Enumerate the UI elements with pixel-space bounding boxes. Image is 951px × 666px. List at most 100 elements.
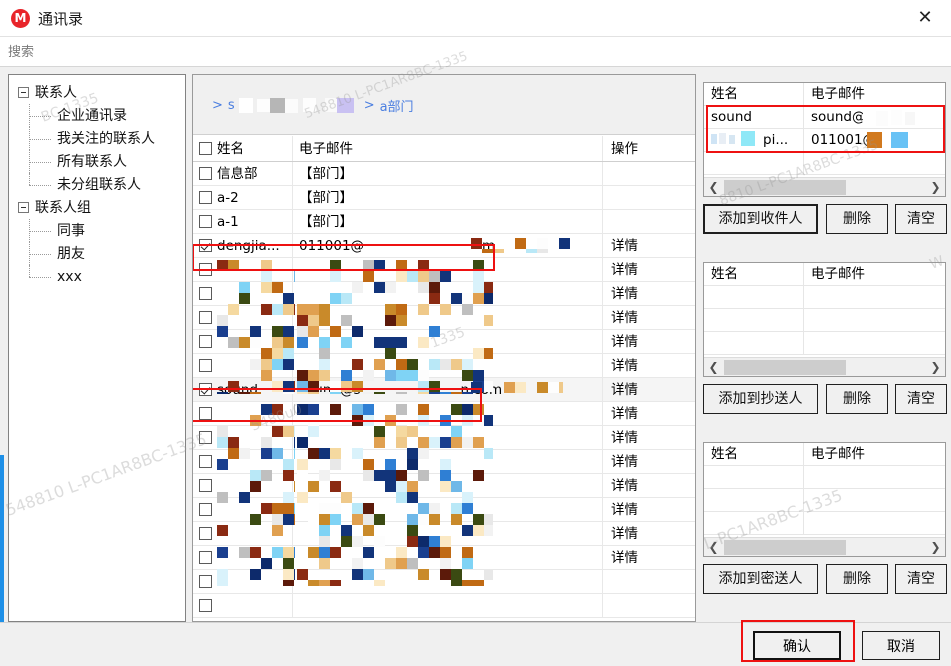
- details-link[interactable]: 详情: [611, 478, 638, 494]
- cancel-button[interactable]: 取消: [862, 631, 940, 660]
- tree-guide: [29, 219, 30, 242]
- row-checkbox[interactable]: [199, 527, 212, 540]
- table-row[interactable]: a-2【部门】: [193, 186, 695, 210]
- scroll-left-icon[interactable]: ❮: [705, 178, 722, 196]
- scroll-right-icon[interactable]: ❯: [927, 178, 944, 196]
- recipients-row[interactable]: sound sound@s: [704, 106, 945, 129]
- table-row[interactable]: [193, 570, 695, 594]
- table-row[interactable]: 详情: [193, 258, 695, 282]
- table-row[interactable]: 详情: [193, 522, 695, 546]
- add-to-recipients-button[interactable]: 添加到收件人: [703, 204, 818, 234]
- clear-recipients-button[interactable]: 清空: [895, 204, 947, 234]
- cell-action: 详情: [603, 330, 695, 353]
- search-input[interactable]: [6, 41, 944, 63]
- table-row[interactable]: 详情: [193, 426, 695, 450]
- row-checkbox[interactable]: [199, 335, 212, 348]
- table-row[interactable]: 详情: [193, 402, 695, 426]
- tree-item-6[interactable]: 同事: [15, 219, 183, 242]
- breadcrumb-item-current[interactable]: a部门: [380, 96, 414, 115]
- row-checkbox[interactable]: [199, 359, 212, 372]
- row-checkbox[interactable]: [199, 167, 212, 180]
- row-checkbox[interactable]: [199, 287, 212, 300]
- table-row[interactable]: 详情: [193, 306, 695, 330]
- delete-bcc-button[interactable]: 删除: [826, 564, 888, 594]
- table-row[interactable]: a-1【部门】: [193, 210, 695, 234]
- cell-email: [293, 522, 603, 545]
- row-checkbox[interactable]: [199, 479, 212, 492]
- row-checkbox[interactable]: [199, 239, 212, 252]
- close-icon[interactable]: ✕: [909, 3, 941, 33]
- details-link[interactable]: 详情: [611, 454, 638, 470]
- add-to-bcc-button[interactable]: 添加到密送人: [703, 564, 818, 594]
- row-checkbox[interactable]: [199, 599, 212, 612]
- table-row[interactable]: [193, 594, 695, 618]
- table-row[interactable]: 详情: [193, 354, 695, 378]
- address-book-dialog: M 通讯录 ✕ 联系人企业通讯录我关注的联系人所有联系人未分组联系人联系人组同事…: [0, 0, 951, 666]
- details-link[interactable]: 详情: [611, 526, 638, 542]
- confirm-button[interactable]: 确认: [753, 631, 841, 660]
- delete-recipient-button[interactable]: 删除: [826, 204, 888, 234]
- details-link[interactable]: 详情: [611, 550, 638, 566]
- details-link[interactable]: 详情: [611, 358, 638, 374]
- details-link[interactable]: 详情: [611, 310, 638, 326]
- recipients-hscrollbar[interactable]: ❮ ❯: [704, 177, 945, 196]
- bcc-hscrollbar[interactable]: ❮ ❯: [704, 537, 945, 556]
- tree-item-8[interactable]: xxx: [15, 265, 183, 288]
- cc-hscrollbar[interactable]: ❮ ❯: [704, 357, 945, 376]
- scroll-right-icon[interactable]: ❯: [927, 358, 944, 376]
- scrollbar-thumb[interactable]: [724, 360, 846, 375]
- row-checkbox[interactable]: [199, 575, 212, 588]
- cell-name-label: dengjia...: [217, 238, 280, 254]
- scrollbar-thumb[interactable]: [724, 180, 846, 195]
- table-row[interactable]: soundsound@sn.com详情: [193, 378, 695, 402]
- table-row[interactable]: 详情: [193, 330, 695, 354]
- scroll-right-icon[interactable]: ❯: [927, 538, 944, 556]
- details-link[interactable]: 详情: [611, 262, 638, 278]
- tree-item-5[interactable]: 联系人组: [15, 196, 183, 219]
- clear-cc-button[interactable]: 清空: [895, 384, 947, 414]
- details-link[interactable]: 详情: [611, 382, 638, 398]
- row-checkbox[interactable]: [199, 383, 212, 396]
- delete-cc-button[interactable]: 删除: [826, 384, 888, 414]
- row-checkbox[interactable]: [199, 503, 212, 516]
- details-link[interactable]: 详情: [611, 334, 638, 350]
- table-row[interactable]: dengjia...011001@m详情: [193, 234, 695, 258]
- recipients-header-row: 姓名 电子邮件: [704, 83, 945, 106]
- row-checkbox[interactable]: [199, 551, 212, 564]
- table-row[interactable]: 详情: [193, 546, 695, 570]
- tree-item-7[interactable]: 朋友: [15, 242, 183, 265]
- details-link[interactable]: 详情: [611, 502, 638, 518]
- row-checkbox[interactable]: [199, 191, 212, 204]
- select-all-checkbox[interactable]: [199, 142, 212, 155]
- row-checkbox[interactable]: [199, 455, 212, 468]
- tree-item-label: 企业通讯录: [57, 108, 127, 124]
- scroll-left-icon[interactable]: ❮: [705, 538, 722, 556]
- scroll-left-icon[interactable]: ❮: [705, 358, 722, 376]
- details-link[interactable]: 详情: [611, 406, 638, 422]
- collapse-icon[interactable]: [18, 202, 29, 213]
- breadcrumb-item-root[interactable]: s: [228, 98, 235, 113]
- recipients-row[interactable]: pi... 011001@: [704, 129, 945, 152]
- details-link[interactable]: 详情: [611, 430, 638, 446]
- table-row[interactable]: 详情: [193, 474, 695, 498]
- tree-item-0[interactable]: 联系人: [15, 81, 183, 104]
- row-checkbox[interactable]: [199, 311, 212, 324]
- details-link[interactable]: 详情: [611, 238, 638, 254]
- tree-item-4[interactable]: 未分组联系人: [15, 173, 183, 196]
- row-checkbox[interactable]: [199, 407, 212, 420]
- add-to-cc-button[interactable]: 添加到抄送人: [703, 384, 818, 414]
- tree-item-3[interactable]: 所有联系人: [15, 150, 183, 173]
- tree-item-2[interactable]: 我关注的联系人: [15, 127, 183, 150]
- clear-bcc-button[interactable]: 清空: [895, 564, 947, 594]
- scrollbar-thumb[interactable]: [724, 540, 846, 555]
- table-row[interactable]: 详情: [193, 498, 695, 522]
- table-row[interactable]: 详情: [193, 282, 695, 306]
- row-checkbox[interactable]: [199, 431, 212, 444]
- table-row[interactable]: 详情: [193, 450, 695, 474]
- details-link[interactable]: 详情: [611, 286, 638, 302]
- row-checkbox[interactable]: [199, 263, 212, 276]
- collapse-icon[interactable]: [18, 87, 29, 98]
- row-checkbox[interactable]: [199, 215, 212, 228]
- tree-item-1[interactable]: 企业通讯录: [15, 104, 183, 127]
- table-row[interactable]: 信息部【部门】: [193, 162, 695, 186]
